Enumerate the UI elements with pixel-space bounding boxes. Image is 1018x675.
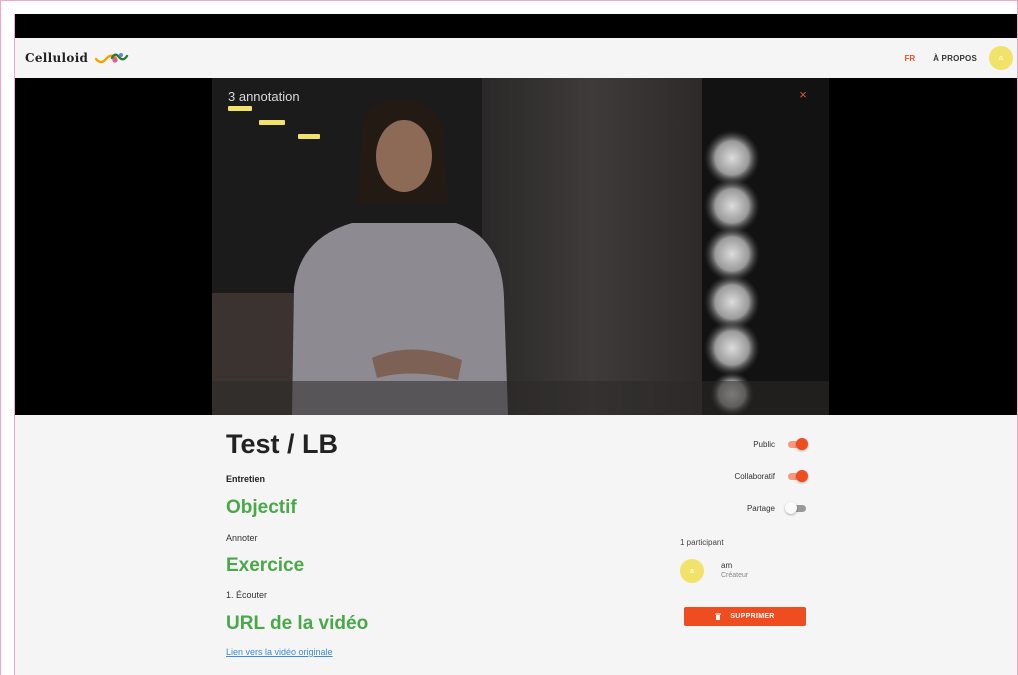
toggle-label: Partage: [746, 503, 775, 513]
project-details: Test / LB Entretien Objectif Annoter Exe…: [15, 415, 1017, 675]
video-frame[interactable]: [212, 78, 829, 415]
celluloid-logo-icon[interactable]: [94, 50, 130, 66]
original-video-link[interactable]: Lien vers la vidéo originale: [226, 647, 333, 657]
annotation-count: 3 annotation: [228, 89, 300, 104]
participant-avatar: a: [680, 559, 704, 583]
toggle-row-collaborative: Collaboratif: [705, 469, 808, 483]
logo-text[interactable]: Celluloid: [25, 51, 88, 65]
toggle-label: Public: [753, 439, 775, 449]
user-avatar-initials: a: [999, 54, 1003, 62]
trash-icon: [715, 613, 722, 620]
collaborative-toggle[interactable]: [787, 470, 808, 482]
browser-frame: Celluloid FR À PROPOS a 3 annotation × T…: [0, 0, 1018, 675]
user-avatar[interactable]: a: [989, 46, 1013, 70]
participants-count: 1 participant: [680, 538, 724, 547]
public-toggle[interactable]: [787, 438, 808, 450]
nav-right: FR À PROPOS a: [904, 38, 1013, 78]
delete-button-label: SUPPRIMER: [730, 613, 775, 620]
participant-name: am: [721, 561, 733, 570]
participant-role: Créateur: [721, 572, 749, 579]
toggle-row-share: Partage: [705, 501, 807, 515]
objective-text: Annoter: [226, 533, 258, 543]
annotation-marker[interactable]: [298, 134, 320, 139]
exercise-text: 1. Écouter: [226, 590, 268, 600]
language-switch[interactable]: FR: [904, 54, 915, 63]
top-black-band: [15, 14, 1017, 38]
objective-heading: Objectif: [226, 497, 297, 518]
app-bar: Celluloid FR À PROPOS a: [15, 38, 1017, 78]
close-icon[interactable]: ×: [796, 88, 810, 102]
project-title: Test / LB: [226, 429, 339, 459]
video-still: [212, 78, 829, 415]
about-link[interactable]: À PROPOS: [933, 54, 977, 63]
exercise-heading: Exercice: [226, 555, 305, 576]
video-player[interactable]: 3 annotation ×: [15, 78, 1017, 415]
video-url-heading: URL de la vidéo: [226, 613, 369, 634]
annotation-marker[interactable]: [259, 120, 285, 125]
toggle-row-public: Public: [705, 437, 808, 451]
project-category: Entretien: [226, 474, 266, 484]
left-margin: [1, 14, 15, 675]
toggle-label: Collaboratif: [734, 471, 775, 481]
delete-button[interactable]: SUPPRIMER: [684, 607, 806, 626]
annotation-marker[interactable]: [228, 106, 252, 111]
participant-initials: a: [690, 567, 694, 575]
share-toggle[interactable]: [785, 502, 807, 514]
